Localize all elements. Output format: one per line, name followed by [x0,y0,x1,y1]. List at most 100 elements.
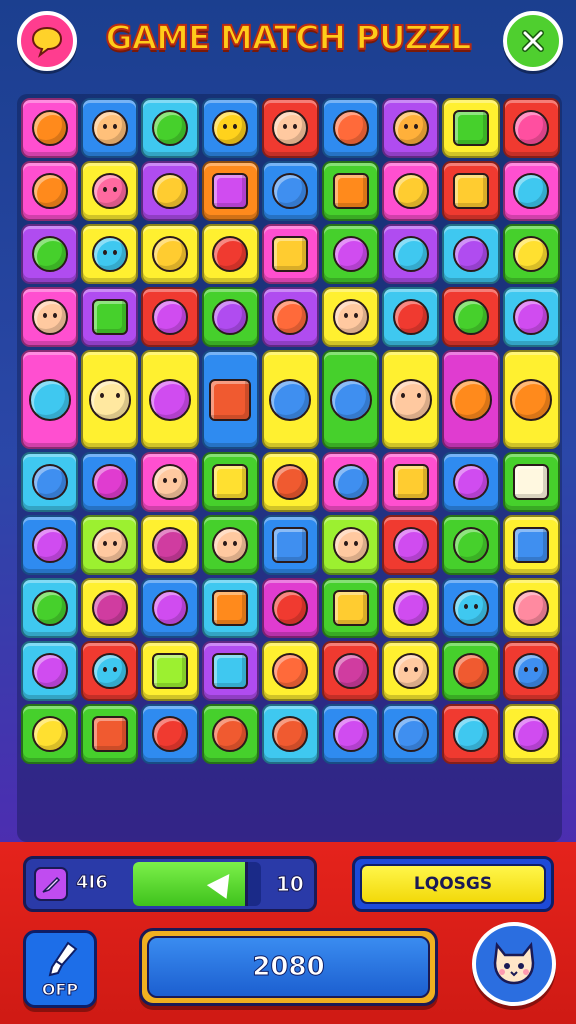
board-tile[interactable] [261,224,319,284]
board-tile[interactable] [502,578,560,638]
board-tile[interactable] [261,515,319,575]
board-tile[interactable] [382,452,440,512]
board-tile[interactable] [382,98,440,158]
board-tile[interactable] [322,161,380,221]
board-tile[interactable] [442,224,500,284]
board-tile[interactable] [141,704,199,764]
board-tile[interactable] [81,641,139,701]
board-tile[interactable] [322,641,380,701]
board-tile[interactable] [81,98,139,158]
fruit-icon [452,653,489,689]
board-tile[interactable] [442,287,500,347]
board-tile[interactable] [21,98,79,158]
board-tile[interactable] [261,350,319,449]
board-tile[interactable] [442,641,500,701]
board-tile[interactable] [201,98,259,158]
board-tile[interactable] [21,350,79,449]
bar-icon [332,173,369,209]
board-tile[interactable] [21,704,79,764]
board-tile[interactable] [21,641,79,701]
board-tile[interactable] [382,224,440,284]
board-tile[interactable] [261,578,319,638]
board-tile[interactable] [322,704,380,764]
board-tile[interactable] [141,350,199,449]
board-tile[interactable] [141,98,199,158]
board-tile[interactable] [442,161,500,221]
board-tile[interactable] [81,224,139,284]
board-tile[interactable] [141,578,199,638]
chat-button[interactable] [17,11,77,71]
board-tile[interactable] [442,98,500,158]
board-tile[interactable] [502,161,560,221]
board-tile[interactable] [141,641,199,701]
board-tile[interactable] [81,350,139,449]
board-tile[interactable] [502,641,560,701]
board-tile[interactable] [442,515,500,575]
board-tile[interactable] [382,287,440,347]
board-tile[interactable] [502,350,560,449]
board-tile[interactable] [382,515,440,575]
board-tile[interactable] [201,578,259,638]
planet-icon [31,110,68,146]
board-tile[interactable] [442,704,500,764]
board-tile[interactable] [141,287,199,347]
board-tile[interactable] [322,350,380,449]
board-tile[interactable] [502,224,560,284]
level-button[interactable]: LQOSGS [352,856,554,912]
board-tile[interactable] [201,641,259,701]
board-tile[interactable] [382,641,440,701]
board-tile[interactable] [201,161,259,221]
board-tile[interactable] [201,287,259,347]
board-tile[interactable] [21,515,79,575]
board-tile[interactable] [502,287,560,347]
board-tile[interactable] [261,452,319,512]
board-tile[interactable] [81,161,139,221]
board-tile[interactable] [322,98,380,158]
board-tile[interactable] [502,98,560,158]
board-tile[interactable] [502,452,560,512]
board-tile[interactable] [21,161,79,221]
board-tile[interactable] [382,704,440,764]
board-tile[interactable] [201,350,259,449]
board-tile[interactable] [261,641,319,701]
board-tile[interactable] [21,452,79,512]
board-tile[interactable] [141,515,199,575]
board-tile[interactable] [322,287,380,347]
off-toggle-button[interactable]: OFP [23,930,97,1008]
board-tile[interactable] [21,224,79,284]
board-tile[interactable] [81,578,139,638]
board-tile[interactable] [322,452,380,512]
board-tile[interactable] [261,704,319,764]
board-tile[interactable] [21,287,79,347]
board-tile[interactable] [322,578,380,638]
cat-profile-button[interactable] [472,922,556,1006]
board-tile[interactable] [141,452,199,512]
board-tile[interactable] [201,704,259,764]
board-tile[interactable] [81,452,139,512]
total-score-button[interactable]: 2080 [139,928,438,1006]
board-tile[interactable] [382,350,440,449]
board-tile[interactable] [502,704,560,764]
board-tile[interactable] [442,350,500,449]
board-tile[interactable] [21,578,79,638]
board-tile[interactable] [442,452,500,512]
board-tile[interactable] [81,704,139,764]
board-tile[interactable] [382,161,440,221]
fruit-icon [212,236,249,272]
board-tile[interactable] [322,224,380,284]
board-tile[interactable] [141,224,199,284]
board-tile[interactable] [442,578,500,638]
board-tile[interactable] [382,578,440,638]
board-tile[interactable] [261,161,319,221]
board-tile[interactable] [261,287,319,347]
board-tile[interactable] [322,515,380,575]
board-tile[interactable] [81,515,139,575]
board-tile[interactable] [201,224,259,284]
board-tile[interactable] [201,515,259,575]
board-tile[interactable] [201,452,259,512]
board-tile[interactable] [81,287,139,347]
board-tile[interactable] [141,161,199,221]
board-tile[interactable] [502,515,560,575]
board-tile[interactable] [261,98,319,158]
close-button[interactable] [503,11,563,71]
